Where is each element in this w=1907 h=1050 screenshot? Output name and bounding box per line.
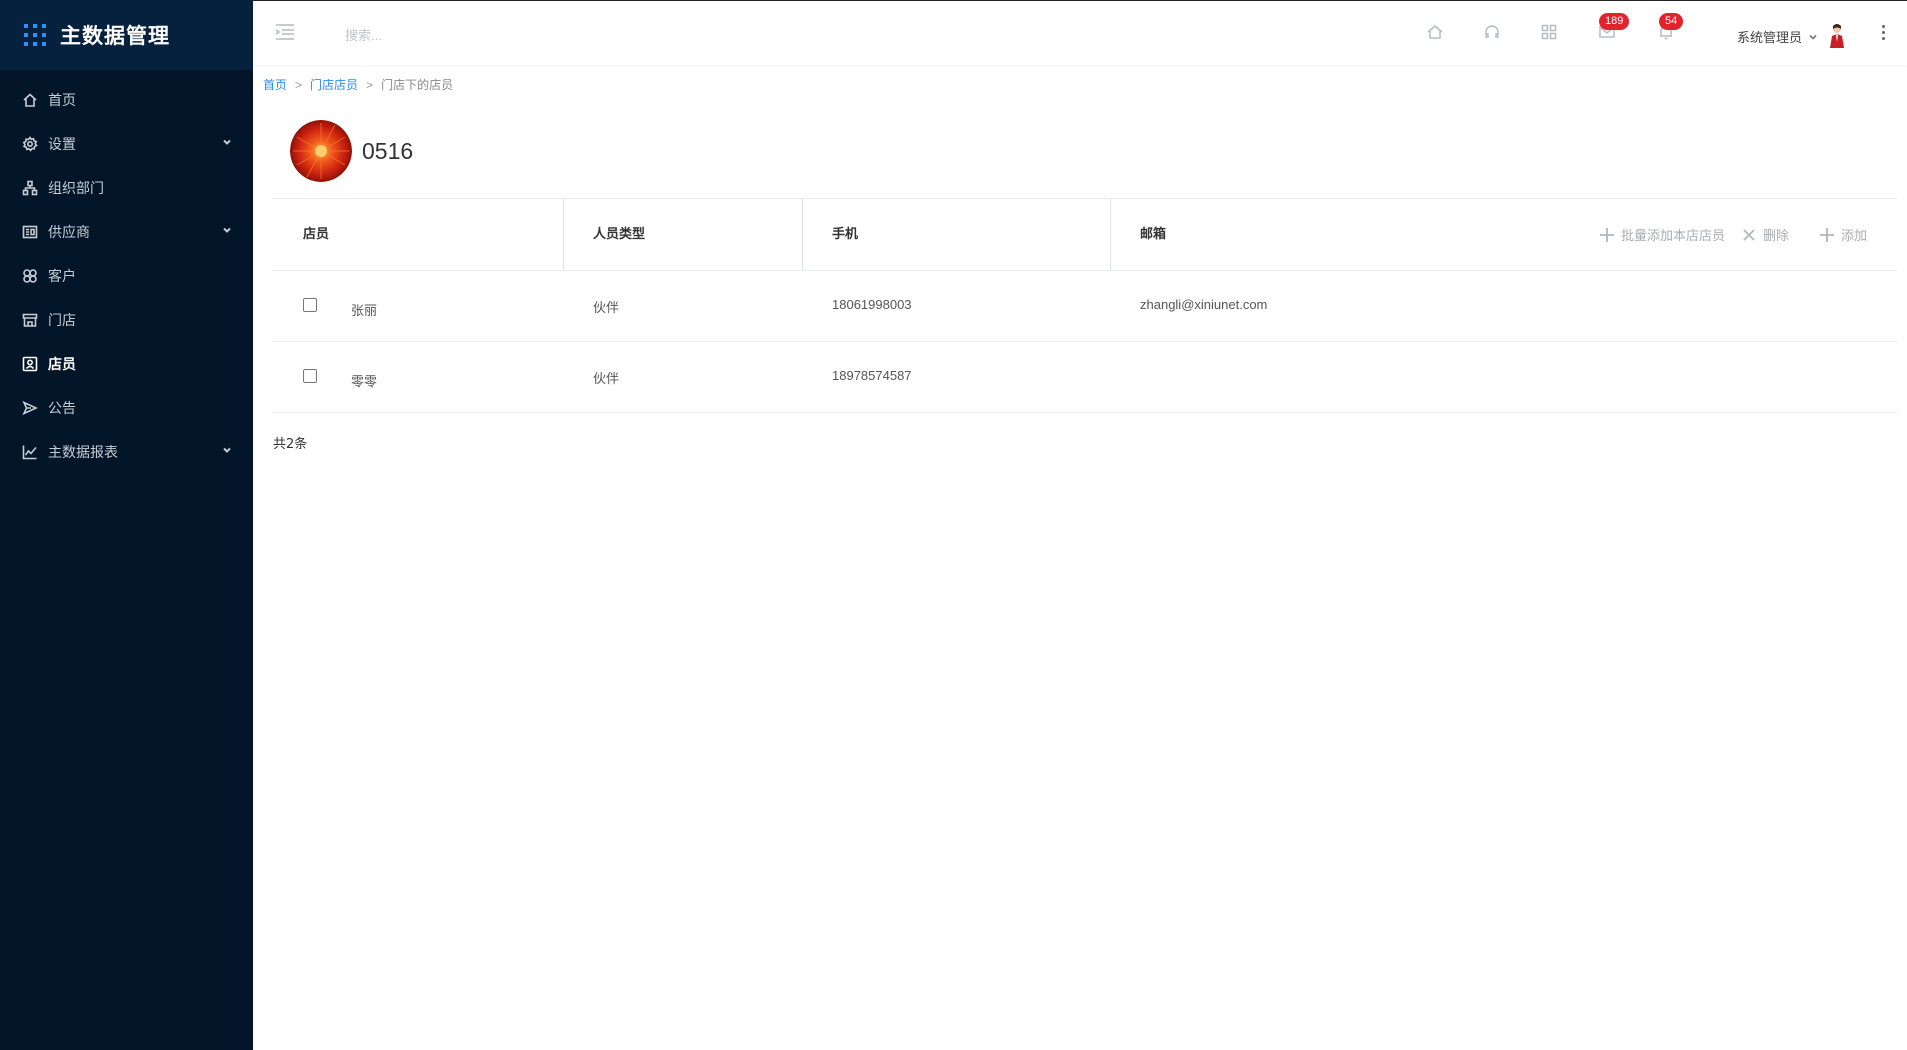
breadcrumb-home[interactable]: 首页 <box>263 76 287 93</box>
breadcrumb-separator: > <box>366 77 374 92</box>
column-header-phone: 手机 <box>832 227 859 242</box>
column-header-staff: 店员 <box>303 227 330 242</box>
sidebar-item-label: 门店 <box>48 313 76 329</box>
store-header: 0516 <box>290 120 413 182</box>
store-icon <box>22 312 38 328</box>
add-button[interactable]: 添加 <box>1819 225 1867 244</box>
chevron-down-icon <box>221 444 233 456</box>
sidebar-item-announcement[interactable]: 公告 <box>0 386 253 430</box>
store-avatar <box>290 120 352 182</box>
brand-header: 主数据管理 <box>0 0 253 70</box>
breadcrumb-store-staff[interactable]: 门店店员 <box>310 76 358 93</box>
column-divider <box>802 199 803 270</box>
table-row[interactable]: 零零 伙伴 18978574587 <box>272 342 1897 413</box>
cell-staff-name: 张丽 <box>351 303 378 318</box>
sidebar-item-settings[interactable]: 设置 <box>0 122 253 166</box>
chevron-down-icon <box>1808 31 1818 41</box>
column-header-email: 邮箱 <box>1140 227 1167 242</box>
sidebar-item-label: 首页 <box>48 93 76 109</box>
sidebar-item-label: 主数据报表 <box>48 445 118 461</box>
user-name: 系统管理员 <box>1737 30 1803 46</box>
total-count: 共2条 <box>273 437 308 452</box>
cell-staff-name: 零零 <box>351 374 378 389</box>
sidebar-item-label: 公告 <box>48 401 76 417</box>
gear-icon <box>22 136 38 152</box>
batch-add-button[interactable]: 批量添加本店店员 <box>1599 225 1725 244</box>
apps-grid-icon[interactable] <box>1540 23 1558 41</box>
user-menu[interactable]: 系统管理员 <box>1737 23 1846 49</box>
batch-add-label: 批量添加本店店员 <box>1620 229 1725 244</box>
plus-icon <box>1599 227 1615 243</box>
menu-collapse-icon[interactable] <box>275 23 295 41</box>
home-icon <box>22 92 38 108</box>
search-input[interactable] <box>343 24 647 46</box>
org-tree-icon <box>22 180 38 196</box>
sidebar-item-label: 供应商 <box>48 225 90 241</box>
sidebar-item-home[interactable]: 首页 <box>0 78 253 122</box>
announcement-icon <box>22 400 38 416</box>
column-divider <box>1110 199 1111 270</box>
breadcrumb: 首页 > 门店店员 > 门店下的店员 <box>263 76 453 93</box>
app-grid-icon[interactable] <box>24 24 46 46</box>
plus-icon <box>1819 227 1835 243</box>
chevron-down-icon <box>221 136 233 148</box>
sidebar-item-store[interactable]: 门店 <box>0 298 253 342</box>
more-vertical-icon[interactable] <box>1882 25 1886 41</box>
user-avatar[interactable] <box>1828 23 1846 49</box>
sidebar-item-label: 组织部门 <box>48 181 104 197</box>
table-header: 店员 人员类型 手机 邮箱 批量添加本店店员 删除 添加 <box>272 198 1897 271</box>
row-checkbox[interactable] <box>303 298 317 312</box>
breadcrumb-current: 门店下的店员 <box>381 78 454 92</box>
sidebar-item-label: 客户 <box>48 269 76 285</box>
add-label: 添加 <box>1840 229 1867 244</box>
breadcrumb-separator: > <box>295 77 303 92</box>
row-checkbox[interactable] <box>303 369 317 383</box>
app-title: 主数据管理 <box>60 24 170 48</box>
column-header-type: 人员类型 <box>593 227 646 242</box>
sidebar-nav: 首页 设置 组织部门 供应商 客户 门店 店员 公告 主数据报表 <box>0 78 253 474</box>
sidebar-item-report[interactable]: 主数据报表 <box>0 430 253 474</box>
report-chart-icon <box>22 444 38 460</box>
store-name: 0516 <box>362 137 414 164</box>
top-header: 189 54 系统管理员 <box>253 0 1907 65</box>
sidebar-item-staff[interactable]: 店员 <box>0 342 253 386</box>
sidebar-item-label: 设置 <box>48 137 76 153</box>
table-toolbar: 批量添加本店店员 删除 添加 <box>1583 199 1867 270</box>
sidebar: 主数据管理 首页 设置 组织部门 供应商 客户 门店 店员 公告 主数据报表 <box>0 0 253 1050</box>
staff-table: 店员 人员类型 手机 邮箱 批量添加本店店员 删除 添加 张丽 伙伴 18061… <box>272 198 1897 413</box>
home-icon[interactable] <box>1426 23 1444 41</box>
sidebar-item-customer[interactable]: 客户 <box>0 254 253 298</box>
notification-count-badge: 54 <box>1659 13 1684 30</box>
sidebar-item-label: 店员 <box>48 357 76 373</box>
sidebar-item-org[interactable]: 组织部门 <box>0 166 253 210</box>
mail-count-badge: 189 <box>1599 13 1630 30</box>
supplier-icon <box>22 224 38 240</box>
cell-phone: 18978574587 <box>832 368 912 383</box>
sidebar-item-supplier[interactable]: 供应商 <box>0 210 253 254</box>
cell-staff-type: 伙伴 <box>593 371 620 386</box>
column-divider <box>563 199 564 270</box>
customer-icon <box>22 268 38 284</box>
headset-icon[interactable] <box>1483 23 1501 41</box>
table-row[interactable]: 张丽 伙伴 18061998003 zhangli@xiniunet.com <box>272 271 1897 342</box>
staff-icon <box>22 356 38 372</box>
delete-button[interactable]: 删除 <box>1741 225 1789 244</box>
chevron-down-icon <box>221 224 233 236</box>
delete-label: 删除 <box>1762 229 1789 244</box>
cell-phone: 18061998003 <box>832 297 912 312</box>
close-icon <box>1741 227 1757 243</box>
cell-staff-type: 伙伴 <box>593 300 620 315</box>
cell-email: zhangli@xiniunet.com <box>1140 297 1268 312</box>
